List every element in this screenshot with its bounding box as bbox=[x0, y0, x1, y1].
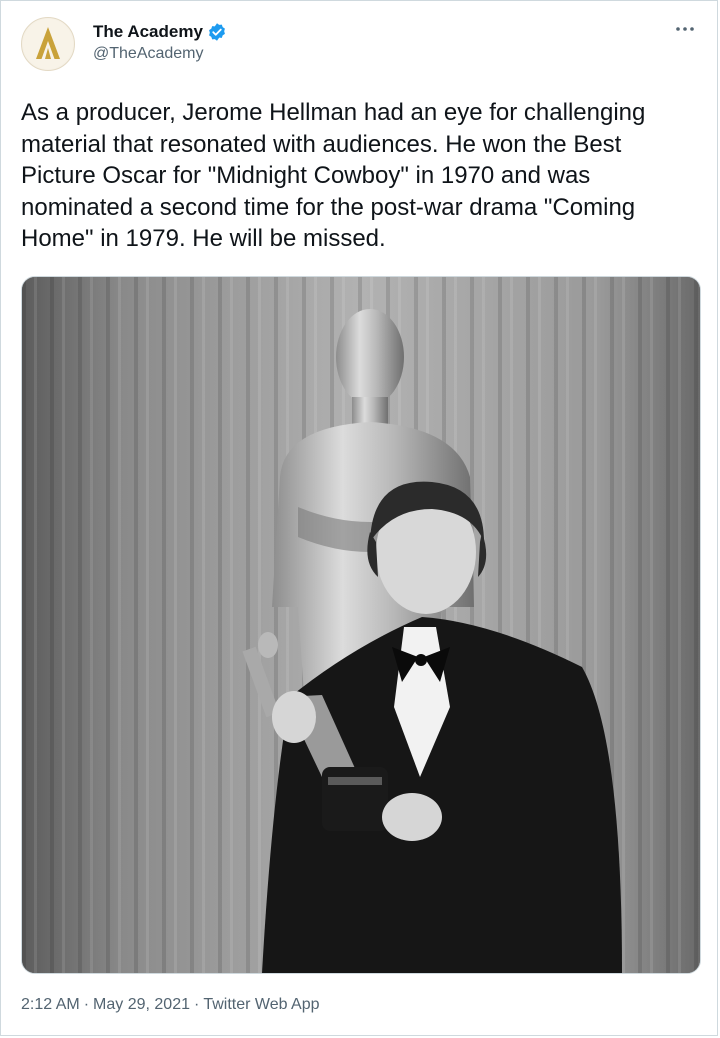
tweet-date[interactable]: May 29, 2021 bbox=[93, 996, 190, 1014]
more-horizontal-icon bbox=[676, 27, 694, 31]
tweet-text: As a producer, Jerome Hellman had an eye… bbox=[21, 99, 646, 252]
tweet-time[interactable]: 2:12 AM bbox=[21, 996, 80, 1014]
tweet-header: The Academy @TheAcademy bbox=[21, 17, 697, 73]
avatar[interactable] bbox=[21, 17, 75, 71]
author-handle[interactable]: @TheAcademy bbox=[93, 45, 227, 63]
tweet-photo[interactable] bbox=[21, 276, 701, 974]
tweet-card: The Academy @TheAcademy As a producer, J… bbox=[0, 0, 718, 1036]
author-names: The Academy @TheAcademy bbox=[93, 21, 227, 63]
tweet-meta: 2:12 AM · May 29, 2021 · Twitter Web App bbox=[21, 996, 320, 1014]
meta-separator: · bbox=[83, 996, 90, 1013]
oscar-photo-image bbox=[22, 277, 700, 973]
tweet-source[interactable]: Twitter Web App bbox=[203, 996, 319, 1014]
display-name[interactable]: The Academy bbox=[93, 22, 203, 42]
meta-separator: · bbox=[193, 996, 200, 1013]
verified-badge-icon bbox=[207, 22, 227, 42]
academy-logo-icon bbox=[23, 19, 73, 69]
display-name-row: The Academy bbox=[93, 21, 227, 43]
more-options-button[interactable] bbox=[673, 19, 697, 39]
